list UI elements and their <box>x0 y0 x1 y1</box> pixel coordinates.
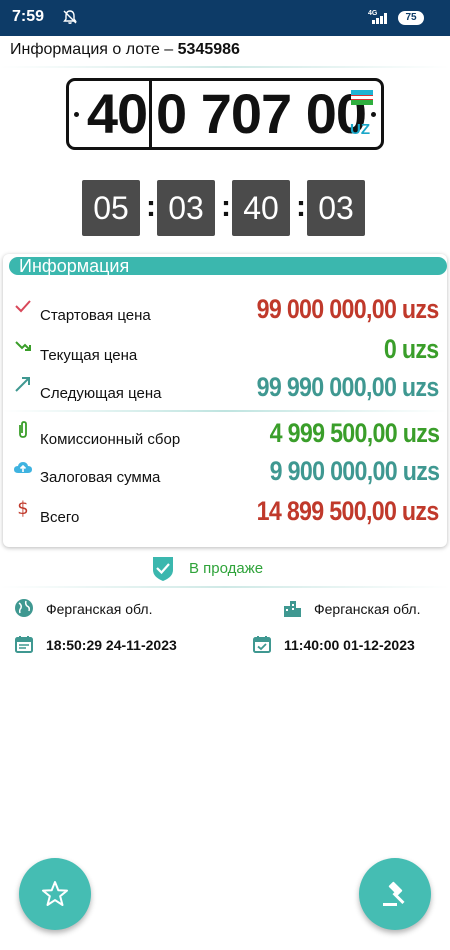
divider <box>0 66 450 68</box>
divider <box>0 586 450 588</box>
trend-up-icon <box>15 377 30 392</box>
row-label: Залоговая сумма <box>40 469 161 486</box>
current-price-row: Текущая цена 0 uzs <box>3 334 447 370</box>
plate-region-code: 40 <box>86 82 148 145</box>
timer-hours: 03 <box>157 180 215 236</box>
timer-days: 05 <box>82 180 140 236</box>
timer-seconds: 03 <box>307 180 365 236</box>
plate-country: UZ <box>350 121 370 138</box>
info-card-header: Информация <box>9 257 447 275</box>
trend-down-icon <box>15 341 31 351</box>
check-icon <box>15 300 31 313</box>
status-bar: 7:59 4G 75 <box>0 0 450 36</box>
timer-colon: : <box>221 190 231 223</box>
divider <box>3 410 447 412</box>
star-icon <box>42 881 68 906</box>
deposit-value: 9 900 000,00 uzs <box>269 456 439 486</box>
total-value: 14 899 500,00 uzs <box>257 496 440 526</box>
region-text: Ферганская обл. <box>46 601 153 617</box>
city-text: Ферганская обл. <box>314 601 421 617</box>
city-info: Ферганская обл. <box>282 598 448 622</box>
deposit-row: Залоговая сумма 9 900 000,00 uzs <box>3 456 447 492</box>
end-date-info: 11:40:00 01-12-2023 <box>252 634 448 658</box>
row-label: Комиссионный сбор <box>40 431 181 448</box>
signal-icon <box>372 13 387 24</box>
status-time: 7:59 <box>12 8 45 25</box>
place-bid-button[interactable] <box>359 858 431 930</box>
row-label: Текущая цена <box>40 347 138 364</box>
plate-separator <box>149 81 152 147</box>
sale-status: В продаже <box>152 554 332 582</box>
lot-title-prefix: Информация о лоте – <box>10 41 178 58</box>
commission-value: 4 999 500,00 uzs <box>269 418 439 448</box>
calendar-icon <box>15 636 33 653</box>
page-title: Информация о лоте – 5345986 <box>10 41 240 59</box>
plate-number: 0 707 00 <box>156 82 367 145</box>
paperclip-icon <box>19 421 27 438</box>
row-label: Следующая цена <box>40 385 162 402</box>
gavel-icon <box>383 881 405 906</box>
start-date-text: 18:50:29 24-11-2023 <box>46 637 177 653</box>
timer-colon: : <box>146 190 156 223</box>
info-card: Информация Стартовая цена 99 000 000,00 … <box>3 254 447 547</box>
start-date-info: 18:50:29 24-11-2023 <box>14 634 234 658</box>
timer-colon: : <box>296 190 306 223</box>
start-price-row: Стартовая цена 99 000 000,00 uzs <box>3 294 447 330</box>
cloud-upload-icon <box>14 462 32 473</box>
uzbekistan-flag-icon <box>351 90 373 105</box>
calendar-check-icon <box>253 636 271 653</box>
bell-off-icon <box>63 10 77 24</box>
status-text: В продаже <box>189 560 264 577</box>
favorite-button[interactable] <box>19 858 91 930</box>
countdown-timer: 05 : 03 : 40 : 03 <box>0 180 450 236</box>
total-row: $ Всего 14 899 500,00 uzs <box>3 496 447 532</box>
start-price-value: 99 000 000,00 uzs <box>257 294 440 324</box>
current-price-value: 0 uzs <box>384 334 439 364</box>
row-label: Всего <box>40 509 80 526</box>
lot-number: 5345986 <box>177 41 240 58</box>
globe-icon <box>15 599 33 617</box>
next-price-row: Следующая цена 99 990 000,00 uzs <box>3 372 447 408</box>
license-plate: 40 0 707 00 UZ <box>66 78 384 150</box>
row-label: Стартовая цена <box>40 307 151 324</box>
plate-rivet <box>74 112 79 117</box>
svg-text:$: $ <box>17 498 28 518</box>
commission-row: Комиссионный сбор 4 999 500,00 uzs <box>3 418 447 454</box>
battery-icon: 75 <box>398 11 424 25</box>
next-price-value: 99 990 000,00 uzs <box>257 372 440 402</box>
shield-check-icon <box>153 557 173 581</box>
plate-rivet <box>371 112 376 117</box>
dollar-icon: $ <box>17 498 28 518</box>
end-date-text: 11:40:00 01-12-2023 <box>284 637 415 653</box>
timer-minutes: 40 <box>232 180 290 236</box>
city-buildings-icon <box>284 601 301 617</box>
region-info: Ферганская обл. <box>14 598 214 622</box>
